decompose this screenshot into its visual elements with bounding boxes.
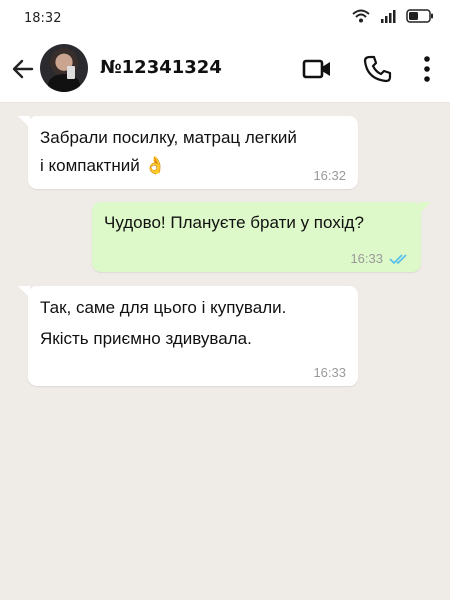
double-check-icon <box>389 254 407 265</box>
message-incoming[interactable]: Так, саме для цього і купували. Якість п… <box>18 286 358 386</box>
bubble-tail <box>18 116 30 128</box>
message-incoming[interactable]: Забрали посилку, матрац легкий і компакт… <box>18 116 358 189</box>
battery-icon <box>406 9 433 23</box>
message-meta: 16:32 <box>313 168 346 184</box>
message-text: Так, саме для цього і купували. Якість п… <box>40 298 287 348</box>
more-options-icon[interactable] <box>418 54 436 84</box>
status-bar: 18:32 <box>0 0 450 36</box>
message-time: 16:33 <box>313 365 346 380</box>
signal-icon <box>381 10 396 23</box>
status-icons <box>352 9 434 23</box>
contact-name[interactable]: №12341324 <box>100 57 222 78</box>
message-time: 16:33 <box>350 251 383 266</box>
message-text: Чудово! Плануєте брати у похід? <box>104 213 364 232</box>
phone-call-icon[interactable] <box>362 54 392 84</box>
wifi-icon <box>352 9 370 23</box>
bubble-tail <box>18 286 30 298</box>
status-time: 18:32 <box>24 11 62 26</box>
message-meta: 16:33 <box>313 365 346 381</box>
message-time: 16:32 <box>313 168 346 183</box>
back-arrow-icon[interactable] <box>10 56 36 82</box>
chat-area[interactable]: Забрали посилку, матрац легкий і компакт… <box>0 103 450 600</box>
avatar[interactable] <box>40 44 88 92</box>
message-meta: 16:33 <box>350 251 409 267</box>
video-call-icon[interactable] <box>302 54 332 84</box>
chat-header: №12341324 <box>0 36 450 103</box>
message-outgoing[interactable]: Чудово! Плануєте брати у похід? 16:33 <box>92 202 431 272</box>
message-text: Забрали посилку, матрац легкий і компакт… <box>40 128 297 175</box>
bubble-tail <box>419 202 431 214</box>
